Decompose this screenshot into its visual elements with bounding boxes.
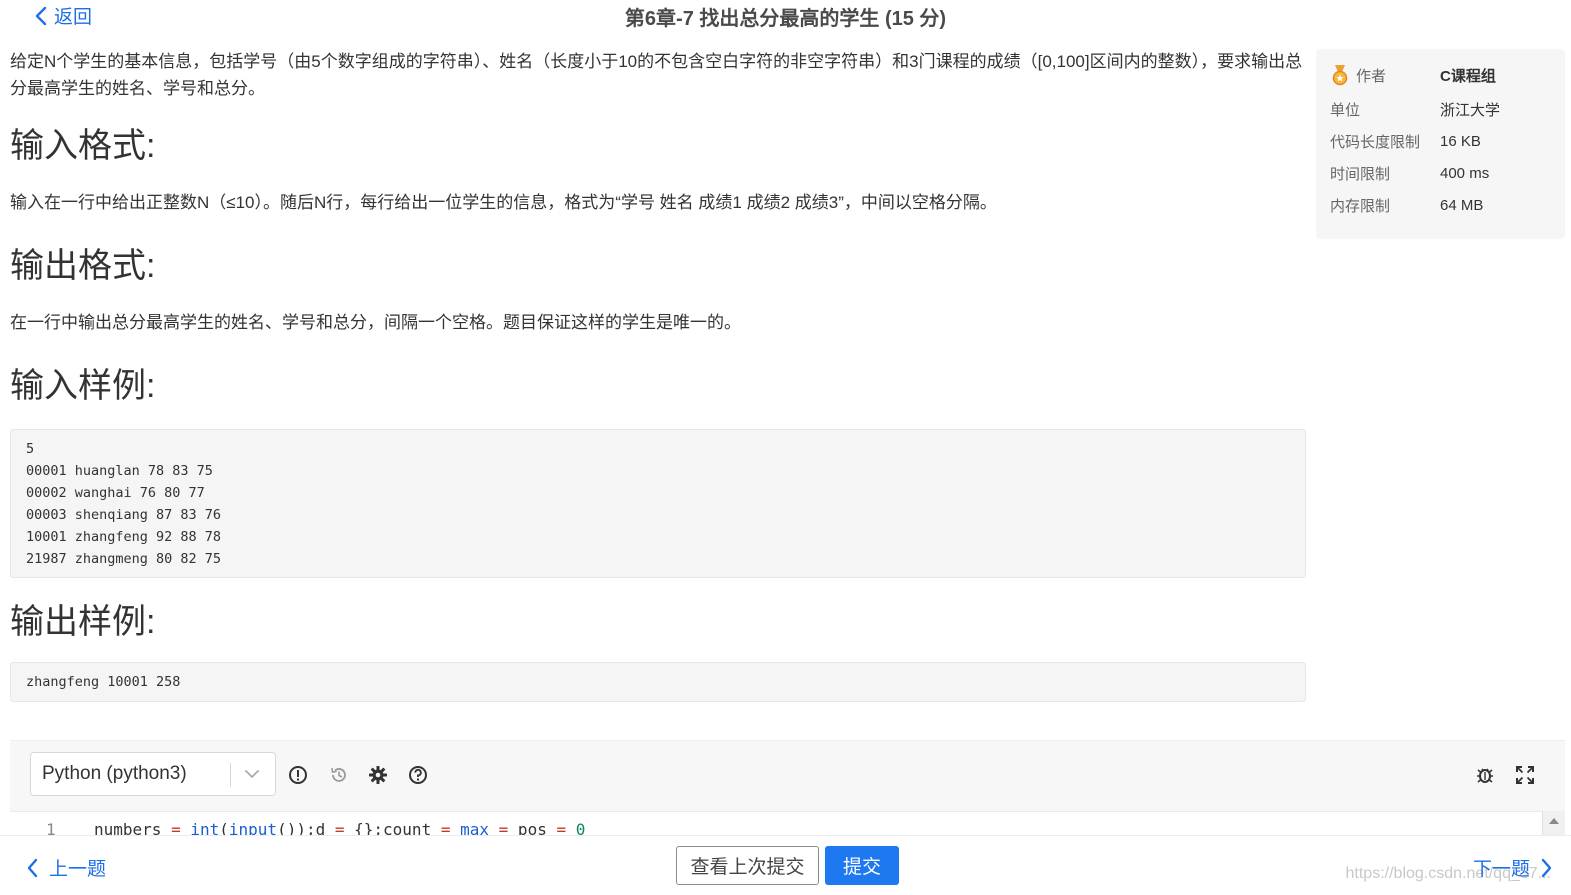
info-code-limit-row: 代码长度限制 16 KB [1330,131,1481,152]
code-editor: Python (python3) 1 numbers = int(input()… [10,740,1565,837]
chevron-down-icon [245,770,259,778]
gear-icon[interactable] [368,765,388,785]
problem-content: 给定N个学生的基本信息，包括学号（由5个数字组成的字符串）、姓名（长度小于10的… [10,48,1306,702]
code-limit-label: 代码长度限制 [1330,134,1421,151]
input-format-text: 输入在一行中给出正整数N（≤10）。随后N行，每行给出一位学生的信息，格式为“学… [10,193,997,212]
next-problem-label: 下一题 [1472,859,1530,880]
next-problem-link[interactable]: 下一题 [1473,854,1553,881]
time-limit-label: 时间限制 [1330,166,1391,183]
prev-problem-label: 上一题 [49,859,107,880]
editor-scrollbar[interactable] [1542,811,1565,836]
author-label: 作者 [1356,67,1387,85]
sample-output-block: zhangfeng 10001 258 [10,662,1306,702]
input-format-heading: 输入格式: [10,127,156,165]
unit-label: 单位 [1330,102,1361,119]
code-area[interactable]: 1 numbers = int(input());d = {};count = … [10,811,1543,837]
sample-input-heading: 输入样例: [10,367,156,405]
output-format-text: 在一行中输出总分最高学生的姓名、学号和总分，间隔一个空格。题目保证这样的学生是唯… [10,313,741,332]
info-memory-limit-row: 内存限制 64 MB [1330,195,1483,216]
page-title: 第6章-7 找出总分最高的学生 (15 分) [624,8,947,30]
info-author-row: 作者 C课程组 [1330,64,1496,86]
submit-button[interactable]: 提交 [825,846,899,885]
chevron-right-icon [1541,858,1552,877]
help-icon[interactable] [408,765,428,785]
memory-limit-value: 64 MB [1440,197,1484,214]
info-unit-row: 单位 浙江大学 [1330,99,1500,120]
prev-problem-link[interactable]: 上一题 [26,854,106,881]
select-divider [230,763,231,787]
author-value: C课程组 [1440,67,1496,85]
view-last-submission-button[interactable]: 查看上次提交 [676,846,819,885]
info-icon[interactable] [288,765,308,785]
language-select[interactable]: Python (python3) [30,752,276,796]
scroll-up-arrow-icon[interactable] [1549,818,1559,824]
medal-icon [1332,65,1348,86]
output-format-heading: 输出格式: [10,247,156,285]
memory-limit-label: 内存限制 [1330,198,1391,215]
chevron-left-icon [27,858,38,877]
time-limit-value: 400 ms [1440,165,1490,182]
debug-icon[interactable] [1475,765,1495,785]
problem-info-panel: 作者 C课程组 单位 浙江大学 代码长度限制 16 KB 时间限制 400 ms… [1316,49,1565,239]
problem-description: 给定N个学生的基本信息，包括学号（由5个数字组成的字符串）、姓名（长度小于10的… [10,52,1303,98]
footer-bar: 上一题 查看上次提交 提交 https://blog.csdn.net/qq_3… [0,835,1571,895]
unit-value: 浙江大学 [1440,102,1501,119]
sample-output-heading: 输出样例: [10,603,156,641]
language-value: Python (python3) [42,763,187,784]
info-time-limit-row: 时间限制 400 ms [1330,163,1489,184]
sample-input-block: 5 00001 huanglan 78 83 75 00002 wanghai … [10,429,1306,578]
history-icon[interactable] [329,765,349,785]
code-limit-value: 16 KB [1440,133,1481,150]
fullscreen-icon[interactable] [1515,765,1535,785]
